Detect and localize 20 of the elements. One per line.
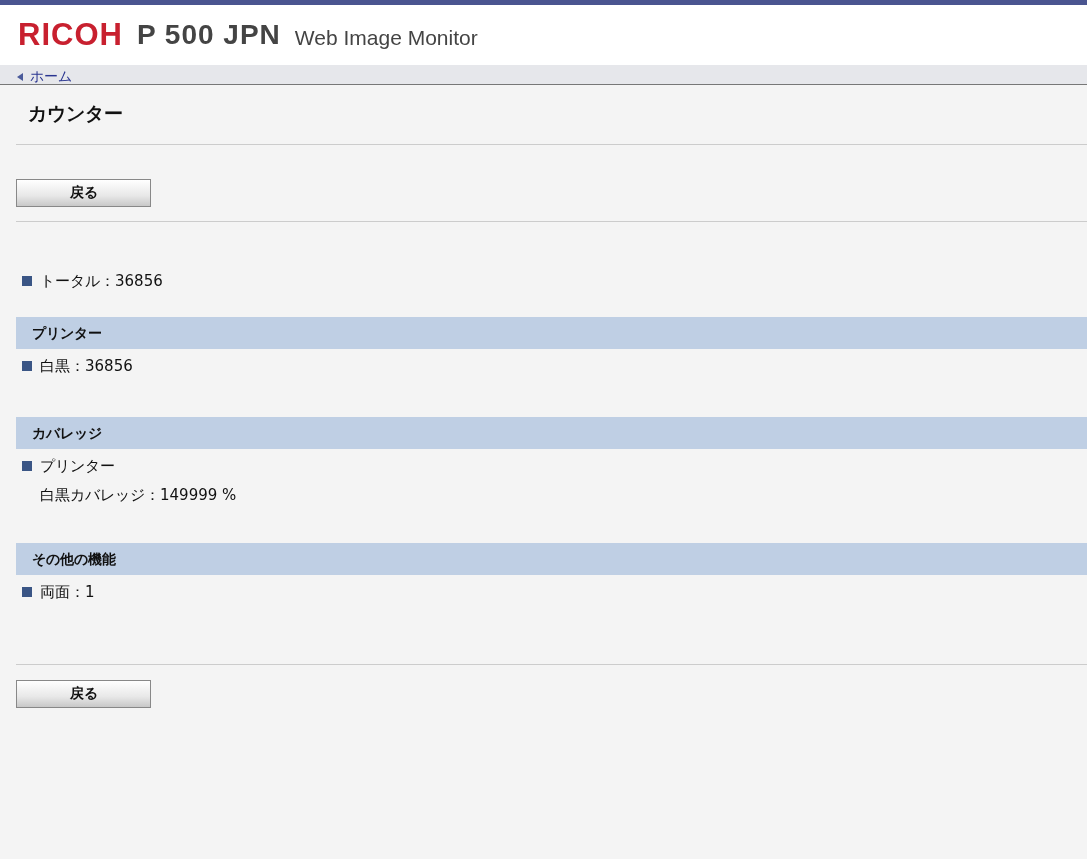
counter-subitem: 白黒カバレッジ：149999 % [39, 485, 238, 504]
counter-item: プリンター [40, 456, 115, 476]
section-header: プリンター [16, 317, 1087, 349]
total-count: トータル：36856 [40, 271, 163, 291]
bullet-icon [22, 361, 32, 371]
back-button[interactable]: 戻る [16, 179, 151, 207]
bullet-icon [22, 276, 32, 286]
bullet-icon [22, 587, 32, 597]
section-header: その他の機能 [16, 543, 1087, 575]
counter-item: 両面：1 [40, 582, 95, 602]
counter-item: 白黒：36856 [40, 356, 133, 376]
back-button[interactable]: 戻る [16, 680, 151, 708]
logo: RICOH [18, 17, 123, 53]
section-header: カバレッジ [16, 417, 1087, 449]
model-name: P 500 JPN [136, 19, 281, 51]
app-title: Web Image Monitor [294, 26, 478, 50]
bullet-icon [22, 461, 32, 471]
back-arrow-icon [17, 73, 23, 81]
page-title: カウンター [27, 101, 124, 126]
home-link[interactable]: ホーム [30, 68, 72, 84]
